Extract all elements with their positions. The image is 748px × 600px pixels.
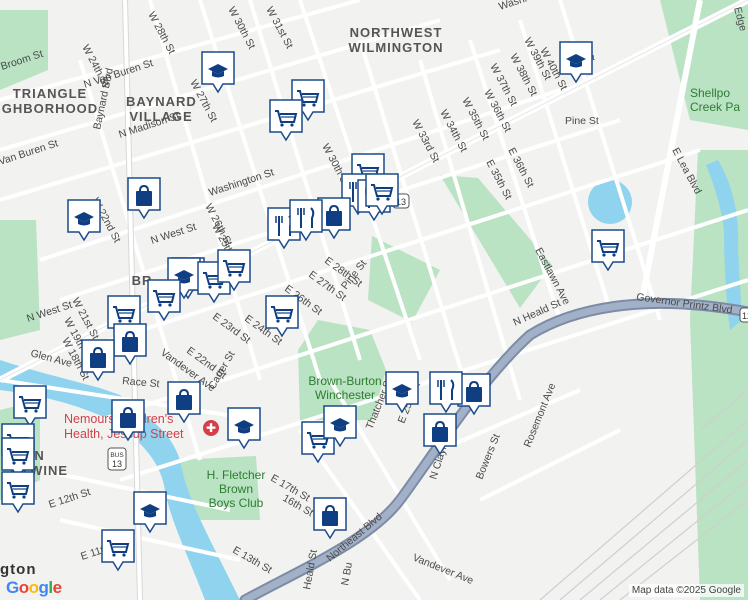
school-icon [201,51,235,94]
bag-icon [423,413,457,456]
svg-text:13: 13 [112,459,122,469]
restaurant-icon [289,199,323,242]
bag-marker[interactable] [166,380,202,424]
bag-icon [113,323,147,366]
bag-icon [127,177,161,220]
cart-marker[interactable] [100,528,136,572]
park-label: H. Fletcher Brown Boys Club [206,468,266,510]
bag-icon [167,381,201,424]
bag-icon [81,339,115,382]
school-marker[interactable] [226,406,262,450]
route-shield-bus-13: BUS 13 [107,447,127,471]
school-icon [323,405,357,448]
school-marker[interactable] [66,198,102,242]
cart-marker[interactable] [146,278,182,322]
bag-icon [313,497,347,540]
svg-text:BUS: BUS [110,452,124,459]
cart-marker[interactable] [216,248,252,292]
neighborhood-label: BAYNARD VILLAGE [126,94,197,124]
cart-icon [591,229,625,272]
bag-marker[interactable] [110,398,146,442]
school-icon [385,371,419,414]
bag-marker[interactable] [112,322,148,366]
bag-marker[interactable] [126,176,162,220]
cart-icon [147,279,181,322]
cart-marker[interactable] [264,294,300,338]
cart-marker[interactable] [590,228,626,272]
hospital-icon[interactable]: ✚ [203,420,219,436]
bag-marker[interactable] [312,496,348,540]
map-attribution[interactable]: Map data ©2025 Google [628,584,744,597]
cart-icon [217,249,251,292]
cart-marker[interactable] [268,98,304,142]
cart-marker[interactable] [0,470,36,514]
cart-icon [269,99,303,142]
school-marker[interactable] [322,404,358,448]
school-icon [227,407,261,450]
cart-icon [1,471,35,514]
route-shield-12: 12 [739,307,748,323]
map-canvas[interactable]: Broom St W 24th St W 28th St Baynard Blvd W … [0,0,748,600]
bag-icon [111,399,145,442]
bag-marker[interactable] [422,412,458,456]
restaurant-marker[interactable] [428,370,464,414]
cart-icon [365,173,399,216]
cart-icon [265,295,299,338]
park-label: Shellpo Creek Pa [690,86,741,114]
school-marker[interactable] [200,50,236,94]
park-label: Brown-Burton Winchester [308,374,382,402]
neighborhood-label: gton [0,561,37,578]
street-label: Pine St [565,115,599,127]
neighborhood-label: TRIANGLE GHBORHOOD [1,86,99,116]
school-marker[interactable] [132,490,168,534]
school-marker[interactable] [384,370,420,414]
bag-marker[interactable] [80,338,116,382]
school-icon [133,491,167,534]
cart-icon [101,529,135,572]
restaurant-icon [429,371,463,414]
google-logo: Google [6,578,62,597]
cart-marker[interactable] [364,172,400,216]
school-icon [559,41,593,84]
svg-text:12: 12 [742,311,748,321]
school-marker[interactable] [558,40,594,84]
school-icon [67,199,101,242]
restaurant-marker[interactable] [288,198,324,242]
neighborhood-label: NORTHWEST WILMINGTON [348,25,444,55]
